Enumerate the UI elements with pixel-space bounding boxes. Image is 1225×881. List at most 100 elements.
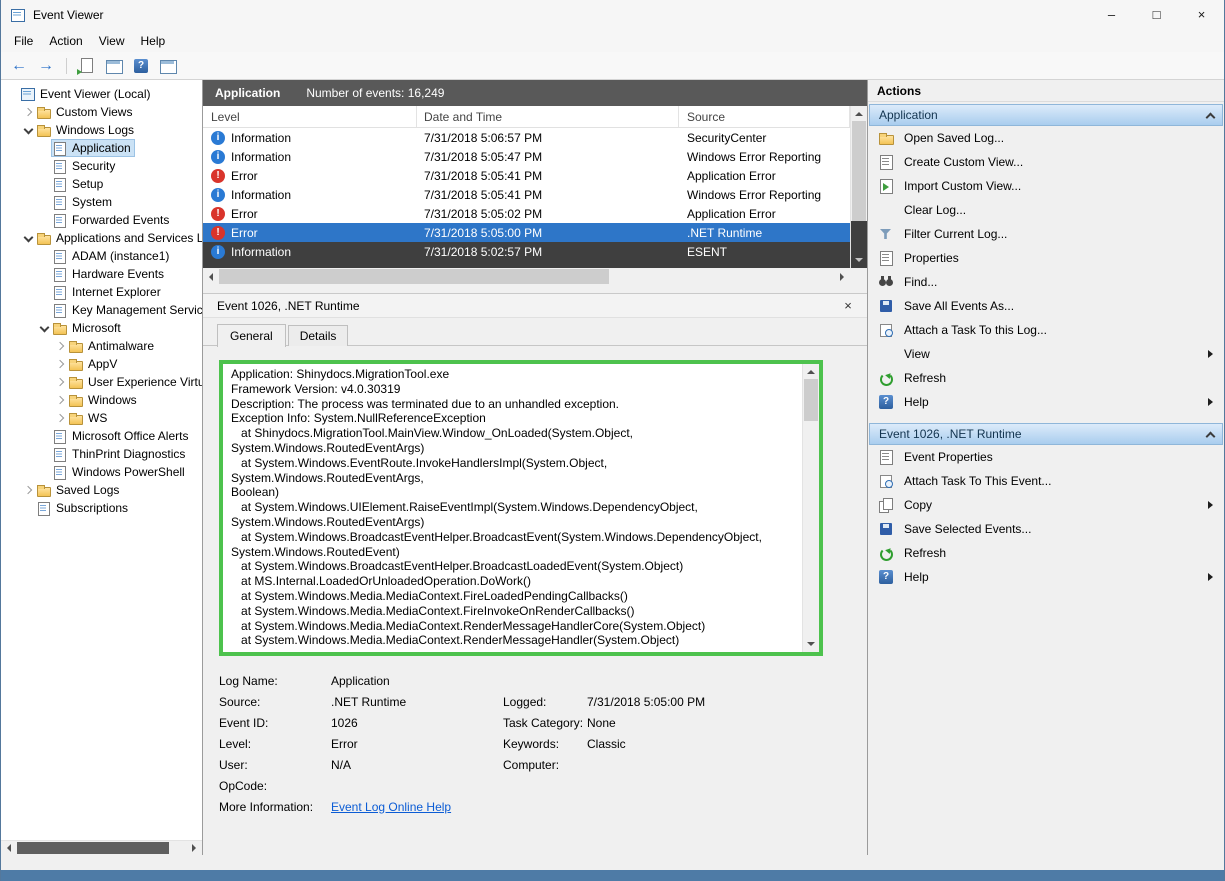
help-button[interactable] bbox=[130, 55, 152, 77]
menu-help[interactable]: Help bbox=[133, 30, 174, 52]
event-row[interactable]: !Error7/31/2018 5:05:41 PMApplication Er… bbox=[203, 166, 850, 185]
tree-item-microsoft[interactable]: Microsoft bbox=[1, 319, 202, 337]
tree-item-event-viewer-local[interactable]: Event Viewer (Local) bbox=[1, 85, 202, 103]
action-create-custom-view[interactable]: Create Custom View... bbox=[868, 150, 1224, 174]
chevron-right-icon[interactable] bbox=[21, 481, 35, 499]
tree-item-forwarded-events[interactable]: Forwarded Events bbox=[1, 211, 202, 229]
chevron-down-icon[interactable] bbox=[37, 319, 51, 337]
tree-item-windows-powershell[interactable]: Windows PowerShell bbox=[1, 463, 202, 481]
tree-item-saved-logs[interactable]: Saved Logs bbox=[1, 481, 202, 499]
close-preview-icon[interactable]: × bbox=[839, 298, 857, 313]
section-header-application[interactable]: Application bbox=[869, 104, 1223, 126]
tree-item-key-management-service[interactable]: Key Management Service bbox=[1, 301, 202, 319]
scrollbar-thumb[interactable] bbox=[219, 269, 609, 284]
menu-view[interactable]: View bbox=[91, 30, 133, 52]
scroll-right-button[interactable] bbox=[835, 268, 850, 285]
action-help[interactable]: Help bbox=[868, 565, 1224, 589]
action-refresh[interactable]: Refresh bbox=[868, 541, 1224, 565]
tree-item-custom-views[interactable]: Custom Views bbox=[1, 103, 202, 121]
scroll-left-button[interactable] bbox=[203, 268, 218, 285]
tree-item-antimalware[interactable]: Antimalware bbox=[1, 337, 202, 355]
tab-general[interactable]: General bbox=[217, 324, 286, 347]
chevron-right-icon[interactable] bbox=[53, 373, 67, 391]
collapse-chevron-icon[interactable] bbox=[1206, 431, 1216, 441]
chevron-right-icon[interactable] bbox=[53, 409, 67, 427]
tree-item-adam-instance1[interactable]: ADAM (instance1) bbox=[1, 247, 202, 265]
minimize-button[interactable]: – bbox=[1089, 0, 1134, 30]
action-save-selected-events[interactable]: Save Selected Events... bbox=[868, 517, 1224, 541]
chevron-right-icon[interactable] bbox=[53, 337, 67, 355]
action-view[interactable]: View bbox=[868, 342, 1224, 366]
chevron-right-icon[interactable] bbox=[53, 391, 67, 409]
tree-item-hardware-events[interactable]: Hardware Events bbox=[1, 265, 202, 283]
action-refresh[interactable]: Refresh bbox=[868, 366, 1224, 390]
column-header-level[interactable]: Level bbox=[203, 106, 417, 127]
export-list-button[interactable] bbox=[76, 55, 98, 77]
action-clear-log[interactable]: Clear Log... bbox=[868, 198, 1224, 222]
event-row[interactable]: iInformation7/31/2018 5:02:57 PMESENT bbox=[203, 242, 850, 261]
collapse-chevron-icon[interactable] bbox=[1206, 112, 1216, 122]
table-vertical-scrollbar[interactable] bbox=[850, 106, 867, 268]
action-help[interactable]: Help bbox=[868, 390, 1224, 414]
event-row[interactable]: !Error7/31/2018 5:05:02 PMApplication Er… bbox=[203, 204, 850, 223]
description-scrollbar[interactable] bbox=[802, 364, 819, 652]
tree-item-internet-explorer[interactable]: Internet Explorer bbox=[1, 283, 202, 301]
tree-item-setup[interactable]: Setup bbox=[1, 175, 202, 193]
scroll-left-button[interactable] bbox=[1, 841, 16, 855]
action-attach-a-task-to-this-log[interactable]: Attach a Task To this Log... bbox=[868, 318, 1224, 342]
title-bar[interactable]: Event Viewer – □ × bbox=[1, 0, 1224, 30]
scroll-down-button[interactable] bbox=[851, 253, 867, 268]
action-event-properties[interactable]: Event Properties bbox=[868, 445, 1224, 469]
action-find[interactable]: Find... bbox=[868, 270, 1224, 294]
tree-item-applications-and-services-lo[interactable]: Applications and Services Lo bbox=[1, 229, 202, 247]
action-copy[interactable]: Copy bbox=[868, 493, 1224, 517]
scroll-up-button[interactable] bbox=[851, 106, 867, 121]
event-row[interactable]: !Error7/31/2018 5:05:00 PM.NET Runtime bbox=[203, 223, 850, 242]
chevron-right-icon[interactable] bbox=[53, 355, 67, 373]
tree-item-ws[interactable]: WS bbox=[1, 409, 202, 427]
action-import-custom-view[interactable]: Import Custom View... bbox=[868, 174, 1224, 198]
tree-horizontal-scrollbar[interactable] bbox=[1, 840, 202, 855]
tab-details[interactable]: Details bbox=[288, 325, 349, 346]
menu-action[interactable]: Action bbox=[41, 30, 90, 52]
event-row[interactable]: iInformation7/31/2018 5:06:57 PMSecurity… bbox=[203, 128, 850, 147]
scroll-down-button[interactable] bbox=[803, 637, 819, 652]
tree-item-windows[interactable]: Windows bbox=[1, 391, 202, 409]
tree-item-application[interactable]: Application bbox=[1, 139, 202, 157]
column-header-date-and-time[interactable]: Date and Time bbox=[417, 106, 679, 127]
scrollbar-thumb[interactable] bbox=[17, 842, 169, 854]
event-row[interactable]: iInformation7/31/2018 5:05:41 PMWindows … bbox=[203, 185, 850, 204]
event-log-online-help-link[interactable]: Event Log Online Help bbox=[331, 800, 503, 814]
scrollbar-thumb[interactable] bbox=[852, 121, 866, 221]
tree-item-subscriptions[interactable]: Subscriptions bbox=[1, 499, 202, 517]
forward-button[interactable] bbox=[35, 55, 57, 77]
tree-item-thinprint-diagnostics[interactable]: ThinPrint Diagnostics bbox=[1, 445, 202, 463]
scroll-up-button[interactable] bbox=[803, 364, 819, 379]
show-action-pane-button[interactable] bbox=[157, 55, 179, 77]
chevron-right-icon[interactable] bbox=[21, 103, 35, 121]
back-button[interactable] bbox=[8, 55, 30, 77]
action-filter-current-log[interactable]: Filter Current Log... bbox=[868, 222, 1224, 246]
section-header-event-1026-net-runtime[interactable]: Event 1026, .NET Runtime bbox=[869, 423, 1223, 445]
event-row[interactable]: iInformation7/31/2018 5:05:47 PMWindows … bbox=[203, 147, 850, 166]
tree-item-windows-logs[interactable]: Windows Logs bbox=[1, 121, 202, 139]
tree-item-security[interactable]: Security bbox=[1, 157, 202, 175]
show-console-tree-button[interactable] bbox=[103, 55, 125, 77]
event-description[interactable]: Application: Shinydocs.MigrationTool.exe… bbox=[231, 367, 795, 649]
action-open-saved-log[interactable]: Open Saved Log... bbox=[868, 126, 1224, 150]
action-save-all-events-as[interactable]: Save All Events As... bbox=[868, 294, 1224, 318]
chevron-down-icon[interactable] bbox=[21, 229, 35, 247]
column-header-source[interactable]: Source bbox=[679, 106, 850, 127]
action-attach-task-to-this-event[interactable]: Attach Task To This Event... bbox=[868, 469, 1224, 493]
chevron-down-icon[interactable] bbox=[21, 121, 35, 139]
tree-item-appv[interactable]: AppV bbox=[1, 355, 202, 373]
menu-file[interactable]: File bbox=[6, 30, 41, 52]
tree-item-user-experience-virtua[interactable]: User Experience Virtua bbox=[1, 373, 202, 391]
scrollbar-track[interactable] bbox=[203, 268, 850, 285]
tree-item-system[interactable]: System bbox=[1, 193, 202, 211]
scroll-right-button[interactable] bbox=[187, 841, 202, 855]
scrollbar-thumb[interactable] bbox=[804, 379, 818, 421]
table-horizontal-scrollbar[interactable] bbox=[203, 268, 867, 285]
tree-item-microsoft-office-alerts[interactable]: Microsoft Office Alerts bbox=[1, 427, 202, 445]
action-properties[interactable]: Properties bbox=[868, 246, 1224, 270]
